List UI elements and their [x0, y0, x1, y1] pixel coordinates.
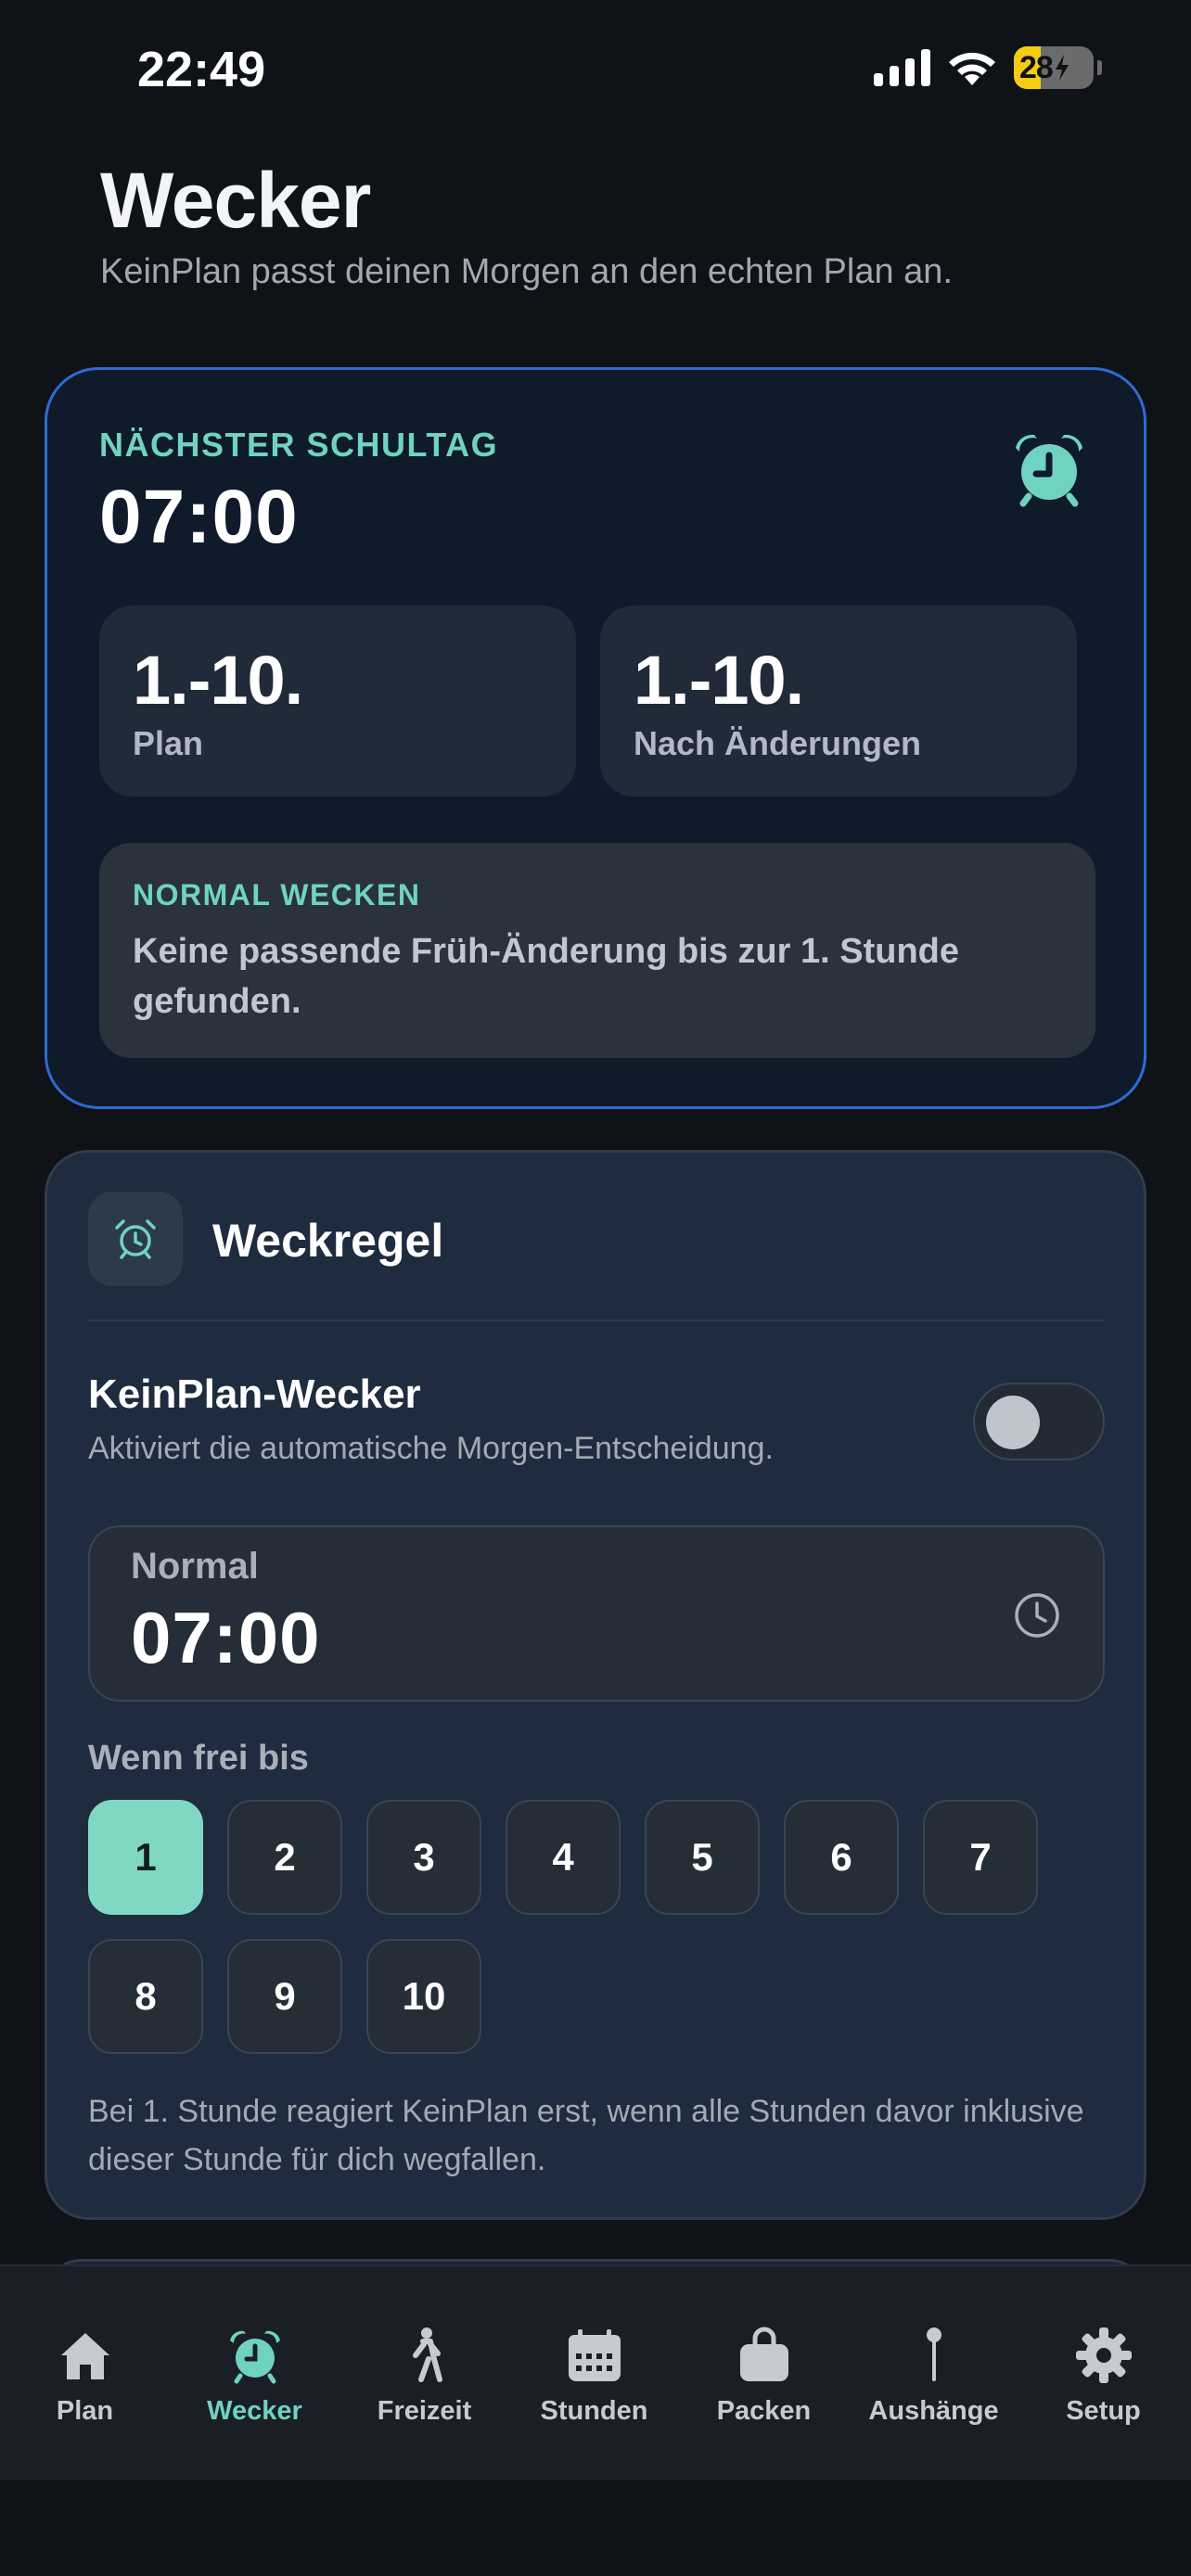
- divider: [88, 1320, 1105, 1321]
- tab-label: Freizeit: [377, 2396, 472, 2426]
- next-schoolday-label: NÄCHSTER SCHULTAG: [99, 426, 499, 464]
- wake-rule-card: Weckregel KeinPlan-Wecker Aktiviert die …: [45, 1150, 1146, 2220]
- gear-icon: [1075, 2327, 1132, 2383]
- tab-label: Setup: [1066, 2396, 1141, 2426]
- period-button-5[interactable]: 5: [645, 1800, 760, 1915]
- pin-icon: [926, 2327, 941, 2381]
- bag-icon: [739, 2327, 788, 2381]
- free-until-label: Wenn frei bis: [88, 1739, 309, 1778]
- tab-bar: Plan Wecker Freizeit Stunden Packen Aush…: [0, 2264, 1191, 2480]
- alarm-clock-icon: [229, 2330, 280, 2384]
- clock-icon: [1015, 1593, 1059, 1638]
- period-button-4[interactable]: 4: [506, 1800, 621, 1915]
- tab-label: Plan: [56, 2396, 114, 2426]
- status-bar: 22:49 28: [0, 0, 1191, 139]
- battery-tip: [1097, 60, 1102, 75]
- wake-notice-text: Keine passende Früh-Änderung bis zur 1. …: [133, 932, 959, 1021]
- stat-after-changes-value: 1.-10.: [634, 642, 804, 719]
- period-button-10[interactable]: 10: [366, 1939, 481, 2054]
- period-button-1[interactable]: 1: [88, 1800, 203, 1915]
- status-time: 22:49: [137, 42, 266, 97]
- stat-plan: 1.-10. Plan: [99, 606, 576, 797]
- tab-aushaenge[interactable]: Aushänge: [849, 2266, 1018, 2481]
- tab-plan[interactable]: Plan: [0, 2266, 170, 2481]
- normal-time-label: Normal: [131, 1546, 259, 1587]
- tab-packen[interactable]: Packen: [679, 2266, 849, 2481]
- period-button-8[interactable]: 8: [88, 1939, 203, 2054]
- keinplan-alarm-desc: Aktiviert die automatische Morgen-Entsch…: [88, 1431, 774, 1466]
- home-icon: [60, 2333, 109, 2379]
- period-button-7[interactable]: 7: [923, 1800, 1038, 1915]
- alarm-clock-outline-icon: [115, 1219, 156, 1259]
- tab-freizeit[interactable]: Freizeit: [339, 2266, 509, 2481]
- rule-icon-box: [88, 1192, 183, 1286]
- wifi-icon: [949, 52, 995, 85]
- keinplan-alarm-title: KeinPlan-Wecker: [88, 1371, 421, 1417]
- tab-label: Aushänge: [868, 2396, 999, 2426]
- period-button-2[interactable]: 2: [227, 1800, 342, 1915]
- tab-setup[interactable]: Setup: [1018, 2266, 1188, 2481]
- rule-title: Weckregel: [212, 1215, 444, 1267]
- normal-time-value: 07:00: [131, 1597, 321, 1678]
- period-button-6[interactable]: 6: [784, 1800, 899, 1915]
- page-subtitle: KeinPlan passt deinen Morgen an den echt…: [100, 252, 953, 291]
- stat-after-changes: 1.-10. Nach Änderungen: [600, 606, 1077, 797]
- stat-after-changes-label: Nach Änderungen: [634, 724, 922, 762]
- home-indicator-area: [0, 2480, 1191, 2576]
- keinplan-alarm-toggle[interactable]: [973, 1383, 1105, 1460]
- toggle-knob: [986, 1396, 1040, 1449]
- calendar-icon: [568, 2329, 621, 2381]
- tab-label: Packen: [716, 2396, 812, 2426]
- wake-notice: NORMAL WECKEN Keine passende Früh-Änderu…: [99, 843, 1095, 1058]
- tab-stunden[interactable]: Stunden: [509, 2266, 679, 2481]
- next-alarm-time: 07:00: [99, 475, 299, 559]
- battery-icon: 28: [1014, 46, 1094, 89]
- tab-label: Wecker: [207, 2396, 302, 2426]
- alarm-clock-icon: [1016, 434, 1082, 507]
- stat-plan-value: 1.-10.: [133, 642, 303, 719]
- battery-level: 28: [1019, 49, 1054, 85]
- page-title: Wecker: [100, 157, 371, 244]
- signal-icon: [874, 49, 930, 86]
- normal-time-field[interactable]: Normal 07:00: [88, 1525, 1105, 1702]
- tab-wecker[interactable]: Wecker: [170, 2266, 339, 2481]
- rule-note: Bei 1. Stunde reagiert KeinPlan erst, we…: [88, 2094, 1084, 2177]
- wake-notice-title: NORMAL WECKEN: [133, 878, 421, 912]
- next-schoolday-card: NÄCHSTER SCHULTAG 07:00 1.-10. Plan 1.-1…: [45, 367, 1146, 1109]
- period-button-9[interactable]: 9: [227, 1939, 342, 2054]
- period-button-3[interactable]: 3: [366, 1800, 481, 1915]
- tab-label: Stunden: [540, 2396, 648, 2426]
- walking-icon: [412, 2327, 442, 2382]
- stat-plan-label: Plan: [133, 724, 204, 762]
- status-icons: 28: [874, 46, 1102, 89]
